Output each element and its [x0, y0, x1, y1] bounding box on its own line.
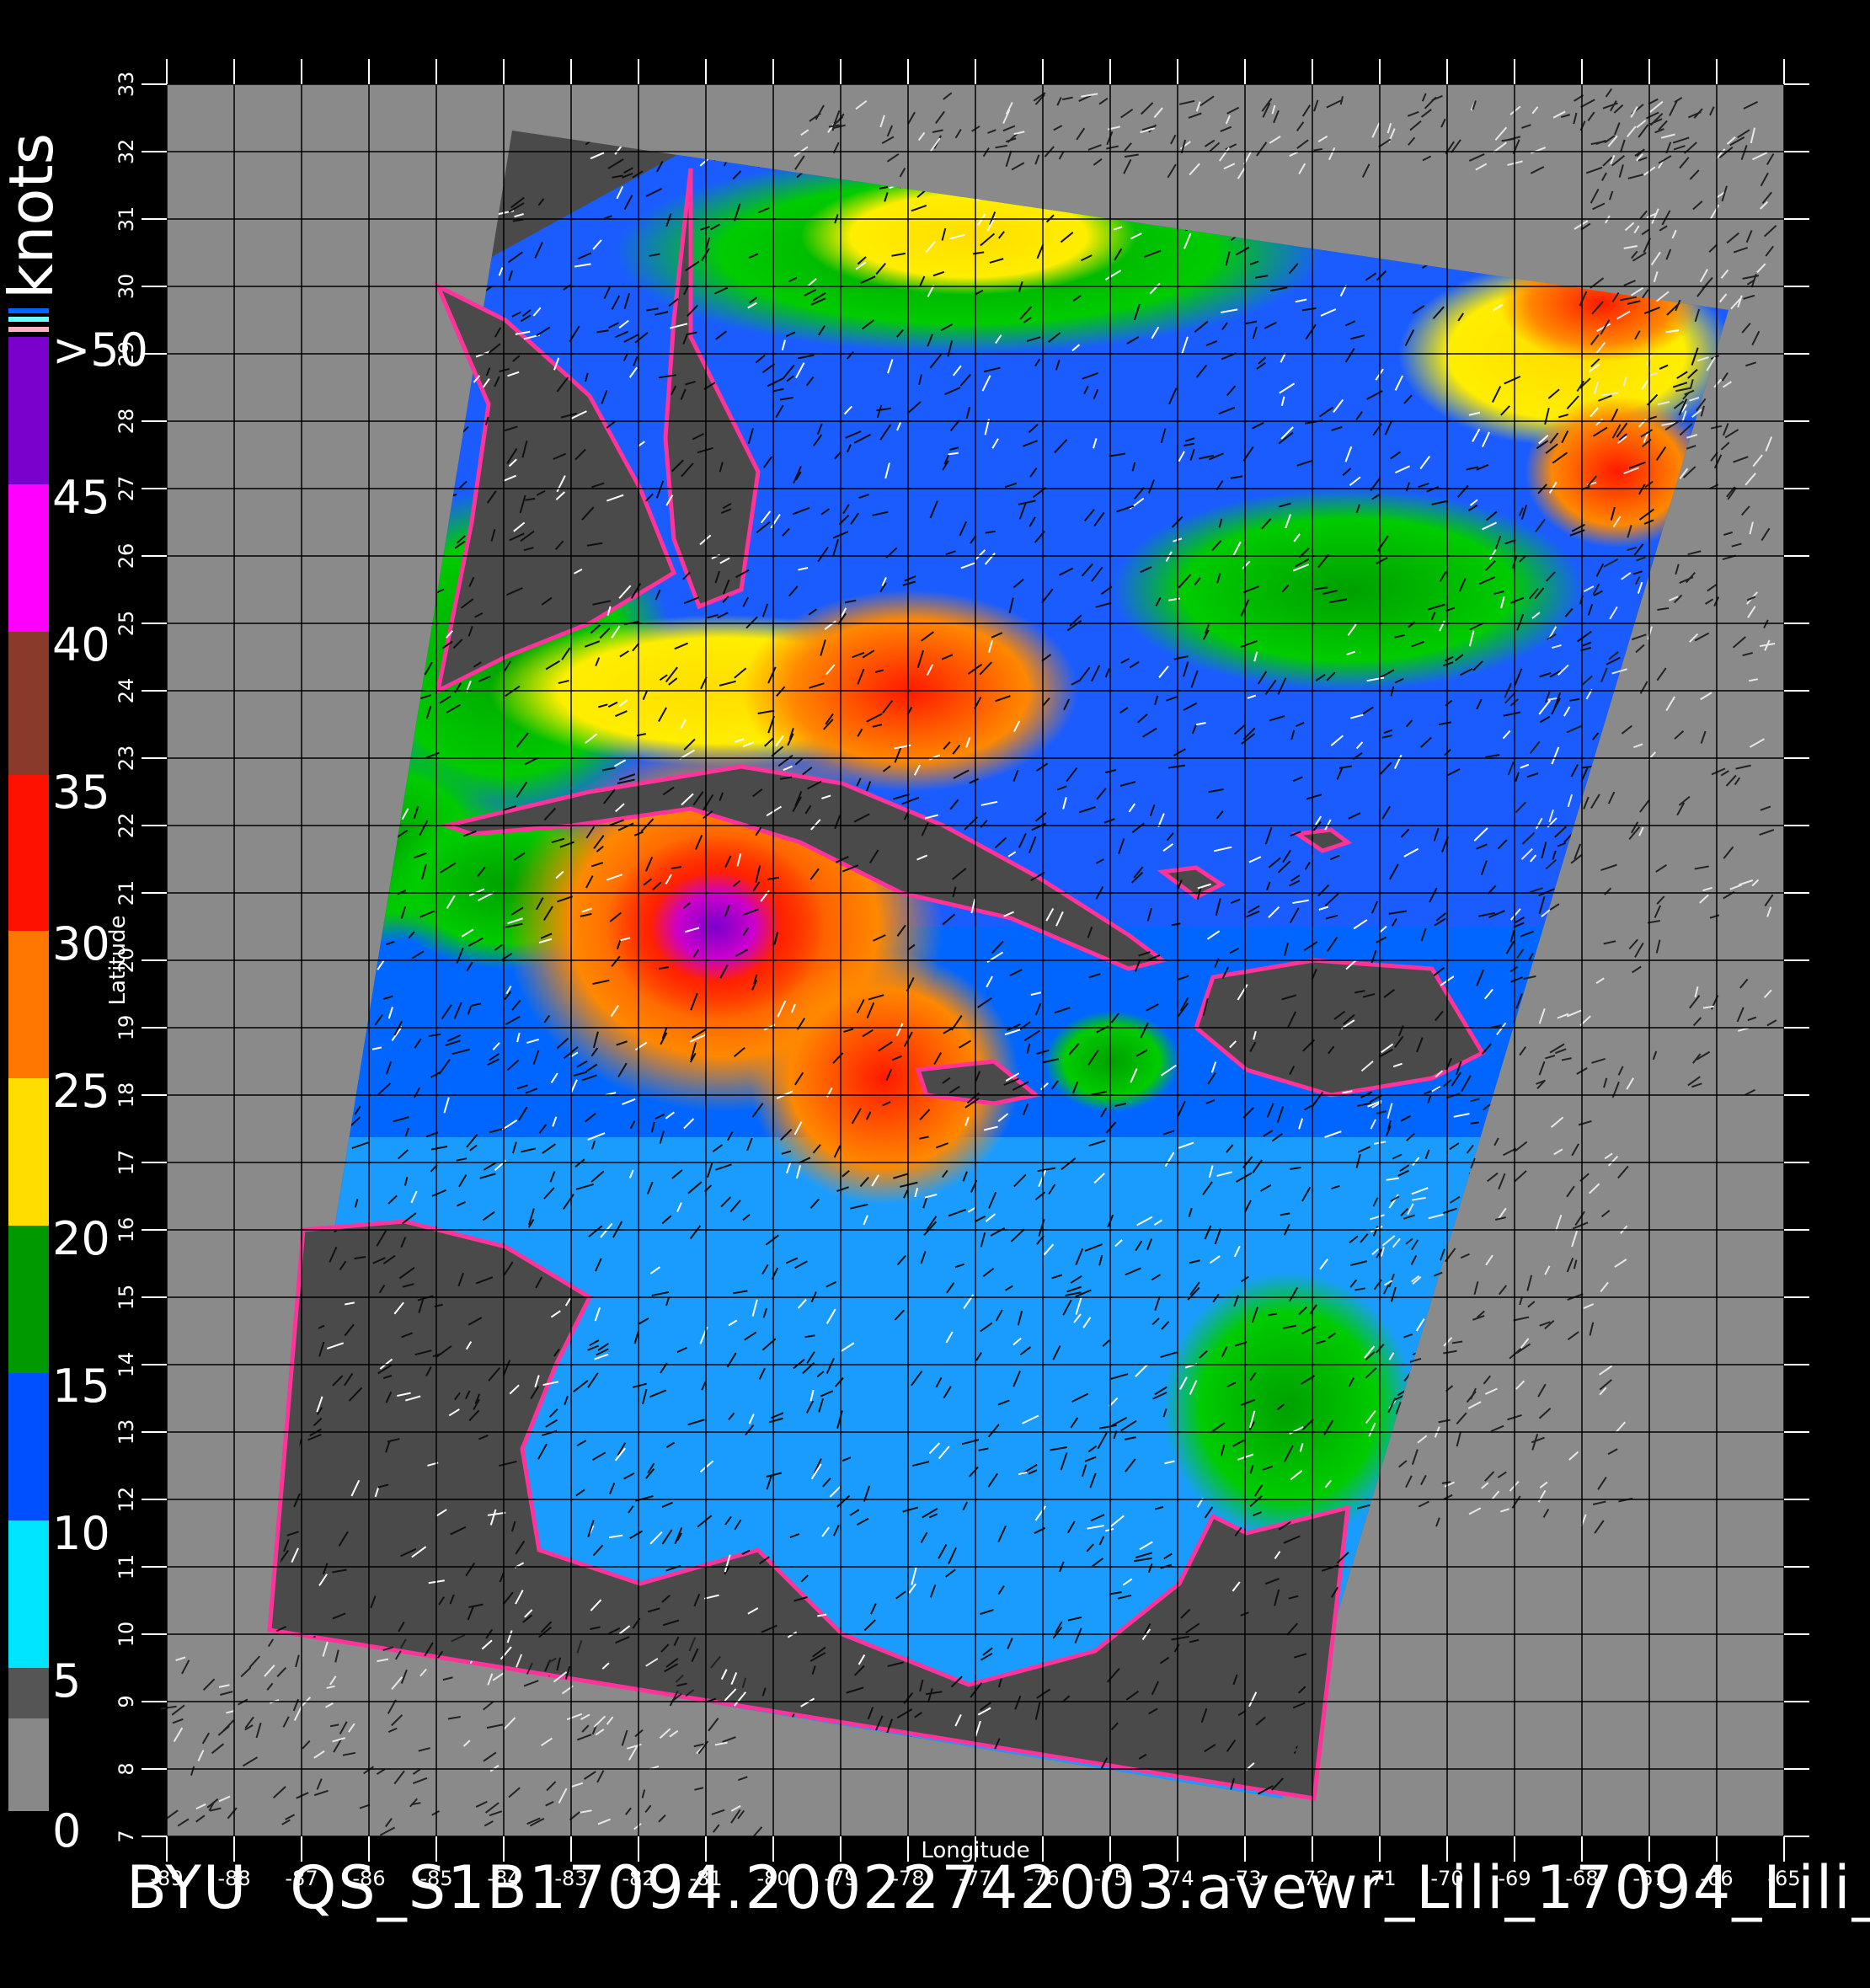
- colorbar-label: 10: [52, 1507, 110, 1560]
- colorbar-label: >50: [52, 323, 148, 377]
- lat-tick-label: 31: [115, 206, 138, 232]
- lat-tick-label: 23: [115, 746, 138, 772]
- lat-tick-label: 33: [115, 72, 138, 98]
- lat-tick-label: 24: [115, 678, 138, 704]
- colorbar-label: 40: [52, 618, 110, 671]
- lat-tick-label: 32: [115, 139, 138, 165]
- lat-tick-label: 27: [115, 476, 138, 502]
- colorbar-label: 25: [52, 1065, 110, 1118]
- lat-tick-label: 18: [115, 1082, 138, 1109]
- colorbar-label: 30: [52, 917, 110, 970]
- lat-tick-label: 26: [115, 543, 138, 569]
- lat-tick-label: 10: [115, 1622, 138, 1648]
- lat-tick-label: 13: [115, 1419, 138, 1446]
- lat-tick-label: 17: [115, 1150, 138, 1176]
- colorbar: [8, 308, 49, 1811]
- colorbar-label: 0: [52, 1804, 81, 1857]
- colorbar-label: 45: [52, 471, 110, 524]
- colorbar-label: 35: [52, 766, 110, 819]
- lat-tick-label: 14: [115, 1352, 138, 1378]
- colorbar-label: 20: [52, 1212, 110, 1265]
- lat-tick-label: 15: [115, 1285, 138, 1311]
- lat-tick-label: 19: [115, 1015, 138, 1041]
- lat-tick-label: 11: [115, 1554, 138, 1580]
- lat-tick-label: 25: [115, 611, 138, 637]
- lat-tick-label: 8: [115, 1762, 138, 1775]
- colorbar-unit: knots: [0, 133, 67, 299]
- lat-tick-label: 28: [115, 409, 138, 435]
- lat-tick-label: 9: [115, 1695, 138, 1707]
- lat-tick-label: 16: [115, 1217, 138, 1243]
- lat-tick-label: 12: [115, 1487, 138, 1513]
- footer-org: BYU: [126, 1853, 248, 1922]
- wind-speed-map: -89 -88 -87 -86 -85 -84 -83 -82 -81 -80 -79 -78 -77-…: [0, 59, 1809, 1890]
- colorbar-label: 5: [52, 1654, 81, 1707]
- lat-tick-label: 21: [115, 880, 138, 906]
- footer-filename: QS_S1B17094.20022742003.avewr_Lili_17094…: [290, 1853, 1870, 1922]
- lat-tick-label: 7: [115, 1830, 138, 1842]
- colorbar-label: 15: [52, 1360, 110, 1413]
- footer-caption: BYU QS_S1B17094.20022742003.avewr_Lili_17…: [126, 1853, 1870, 1922]
- lat-tick-label: 30: [115, 274, 138, 300]
- lat-tick-label: 22: [115, 813, 138, 839]
